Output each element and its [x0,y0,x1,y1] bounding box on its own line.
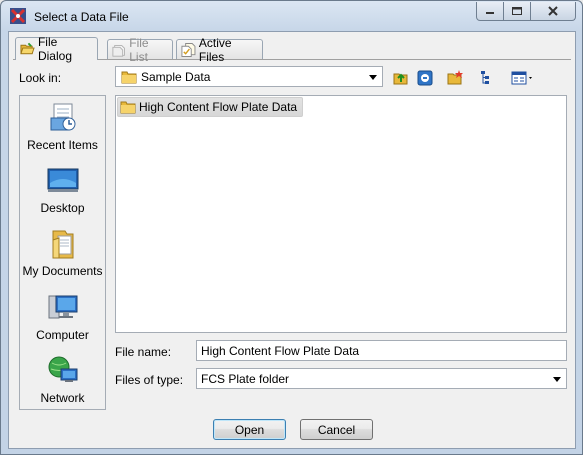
up-folder-button[interactable] [391,68,411,88]
new-folder-button[interactable] [445,68,465,88]
close-button[interactable] [531,2,576,21]
desktop-button[interactable] [415,68,435,88]
chevron-down-icon [553,376,561,382]
app-logo-icon [10,8,26,24]
place-label: Desktop [40,201,85,215]
desktop-icon [47,168,78,192]
close-icon [548,6,558,16]
folder-icon [120,101,136,114]
list-item[interactable]: High Content Flow Plate Data [117,97,304,117]
file-name-field[interactable]: High Content Flow Plate Data [196,340,567,361]
open-button-label: Open [234,422,265,437]
new-folder-icon [447,70,463,85]
look-in-combo[interactable]: Sample Data [115,66,383,87]
folder-open-icon [20,42,35,55]
place-label: Recent Items [27,138,98,152]
title-bar[interactable]: Select a Data File [1,1,582,31]
place-label: Network [40,391,85,405]
tab-label: File Dialog [37,35,72,63]
files-of-type-value: FCS Plate folder [201,371,290,386]
look-in-value: Sample Data [141,69,211,84]
place-desktop[interactable]: Desktop [20,165,105,215]
dialog-body: File Dialog File List Active Files Look … [8,31,576,449]
desktop-icon [417,70,433,86]
my-documents-icon [52,230,73,259]
maximize-button[interactable] [504,2,531,21]
details-view-icon [511,71,532,85]
cancel-button[interactable]: Cancel [300,419,373,440]
tab-file-list[interactable]: File List [107,36,173,64]
open-button[interactable]: Open [213,419,286,440]
list-view-button[interactable] [476,68,496,88]
network-icon [48,356,77,382]
tab-label: Active Files [198,35,232,64]
file-name-label: File name: [115,345,172,359]
tab-strip: File Dialog File List Active Files [13,35,571,64]
recent-items-icon [50,103,75,131]
minimize-button[interactable] [476,2,504,21]
computer-icon [48,295,77,319]
tab-file-dialog[interactable]: File Dialog [15,35,98,63]
dialog-window: Select a Data File File Dialog File List… [0,0,583,455]
places-bar: Recent Items Desktop My Documents Comput… [19,95,106,410]
list-view-icon [481,71,489,84]
active-files-icon [181,42,196,57]
place-network[interactable]: Network [20,355,105,405]
place-computer[interactable]: Computer [20,292,105,342]
tab-active-files[interactable]: Active Files [176,36,263,64]
maximize-icon [512,7,522,15]
up-folder-icon [393,73,408,85]
files-of-type-label: Files of type: [115,373,184,387]
files-of-type-select[interactable]: FCS Plate folder [196,368,567,389]
cancel-button-label: Cancel [317,422,356,437]
minimize-icon [486,12,494,14]
view-menu-button[interactable] [510,68,536,88]
file-list-pane[interactable]: High Content Flow Plate Data [115,95,567,333]
file-list-icon [112,44,125,57]
place-label: Computer [36,328,89,342]
place-my-documents[interactable]: My Documents [20,228,105,278]
file-name-value: High Content Flow Plate Data [201,343,360,358]
look-in-label: Look in: [19,71,62,85]
place-label: My Documents [22,264,103,278]
chevron-down-icon [369,74,377,80]
folder-icon [121,71,137,83]
window-title: Select a Data File [34,10,129,24]
tab-label: File List [129,35,149,64]
place-recent-items[interactable]: Recent Items [20,102,105,152]
file-item-name: High Content Flow Plate Data [139,100,298,114]
